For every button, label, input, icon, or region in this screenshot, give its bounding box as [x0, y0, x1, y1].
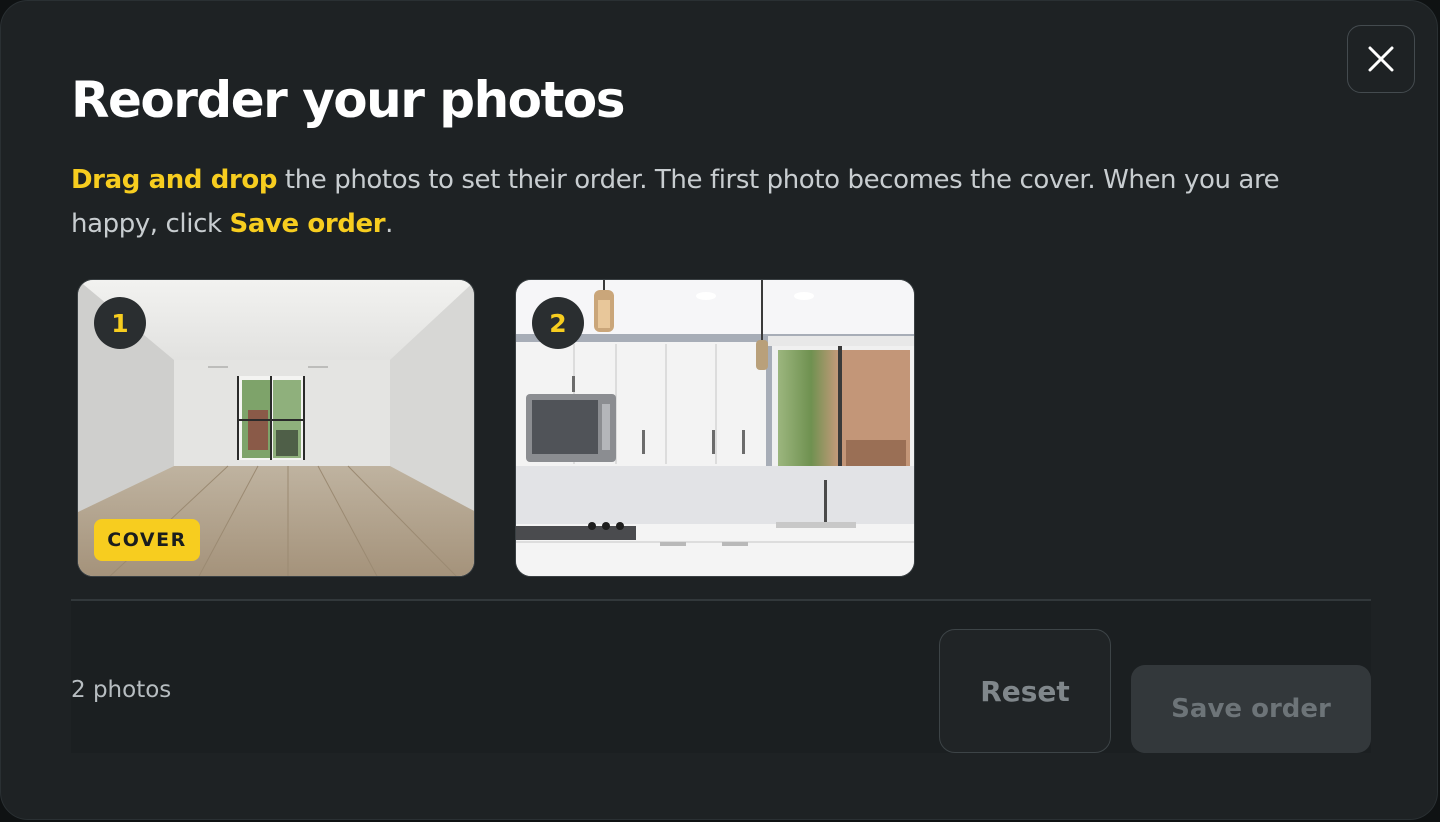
cover-badge: COVER: [94, 519, 200, 561]
photo-card-1[interactable]: 1 COVER: [77, 279, 475, 577]
dialog-description: Drag and drop the photos to set their or…: [71, 158, 1371, 246]
close-button[interactable]: [1347, 25, 1415, 93]
description-end: .: [385, 209, 394, 239]
reset-button[interactable]: Reset: [939, 629, 1111, 753]
photo-number-badge: 2: [532, 297, 584, 349]
description-highlight-drag: Drag and drop: [71, 165, 278, 195]
reorder-photos-dialog: Reorder your photos Drag and drop the ph…: [0, 0, 1438, 820]
close-icon: [1368, 46, 1394, 72]
photo-count: 2 photos: [71, 677, 172, 703]
save-order-button[interactable]: Save order: [1131, 665, 1371, 753]
photo-card-2[interactable]: 2: [515, 279, 915, 577]
description-highlight-save: Save order: [229, 209, 386, 239]
photo-number-badge: 1: [94, 297, 146, 349]
dialog-title: Reorder your photos: [71, 71, 626, 129]
